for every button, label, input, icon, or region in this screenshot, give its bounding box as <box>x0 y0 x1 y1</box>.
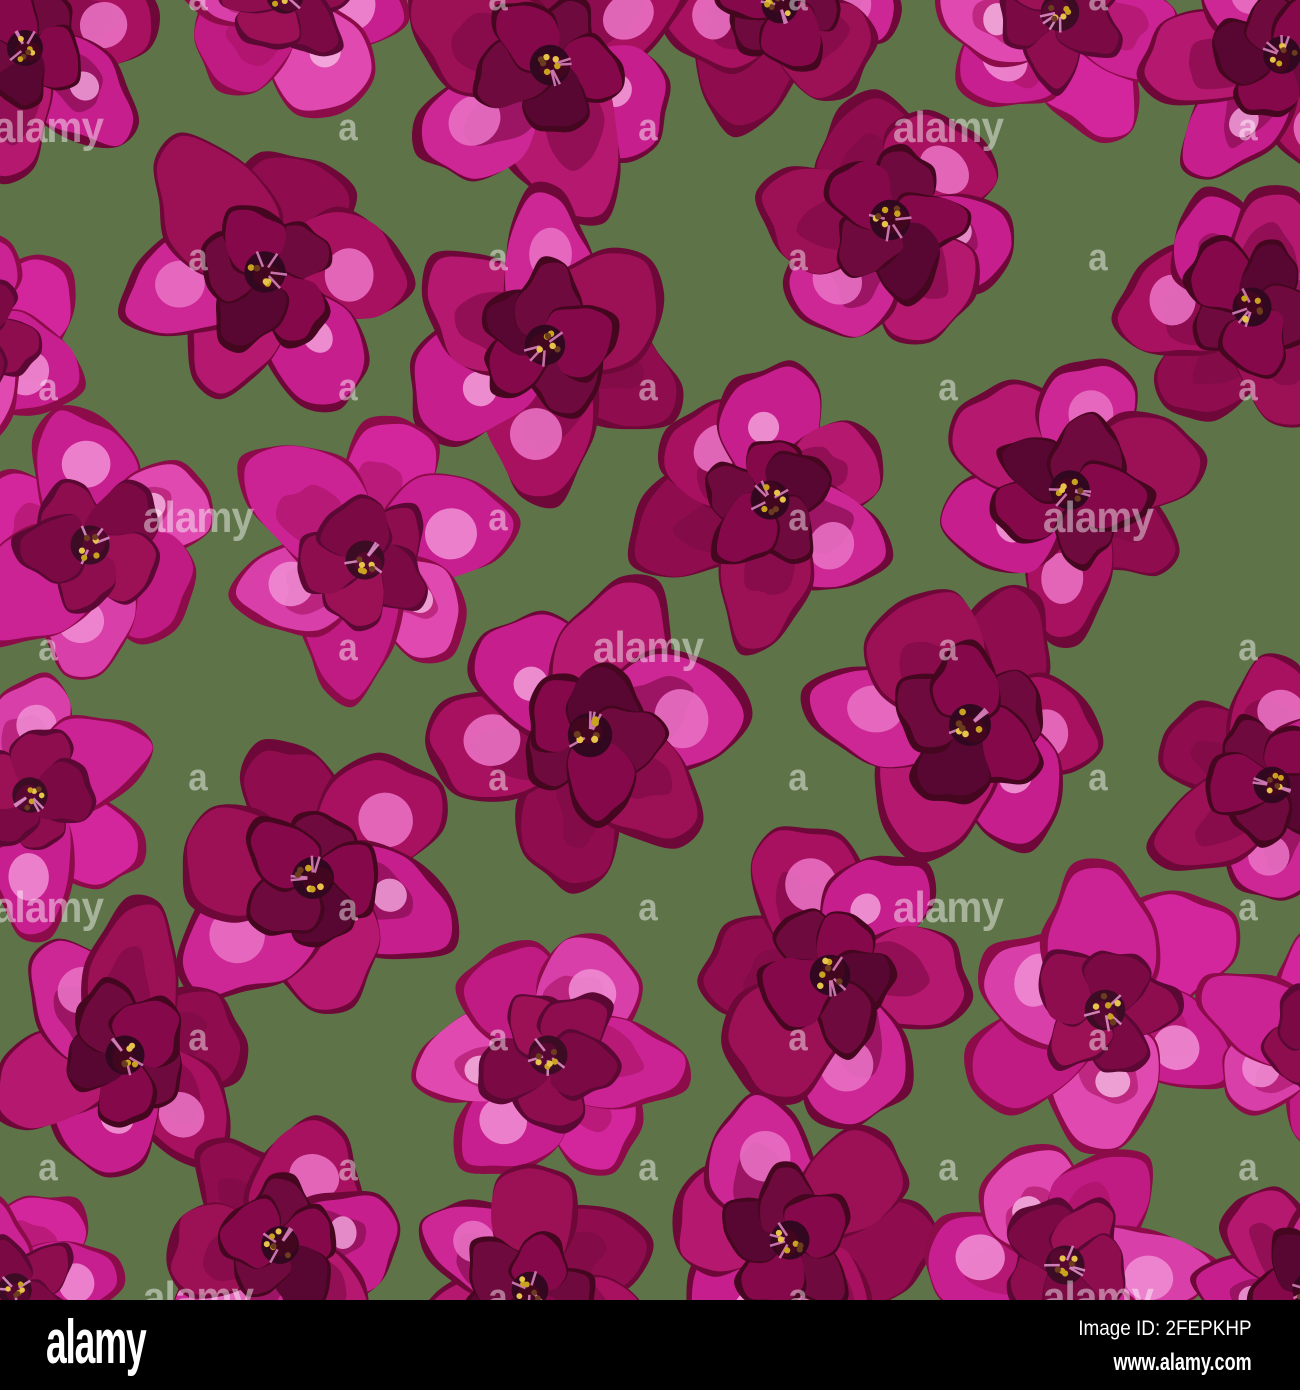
stock-image-preview: aaaaalamyaaalamyaaaaaaaaaaalamyaaalamyaa… <box>0 0 1300 1390</box>
website-text: www.alamy.com <box>1113 1349 1252 1376</box>
alamy-logo: alamy <box>46 1308 147 1377</box>
image-id-text: Image ID: 2FEPKHP <box>1078 1317 1252 1340</box>
floral-pattern-artwork <box>0 0 1300 1300</box>
image-meta: Image ID: 2FEPKHP www.alamy.com <box>1059 1317 1252 1377</box>
footer-bar: alamy Image ID: 2FEPKHP www.alamy.com <box>0 1300 1300 1390</box>
